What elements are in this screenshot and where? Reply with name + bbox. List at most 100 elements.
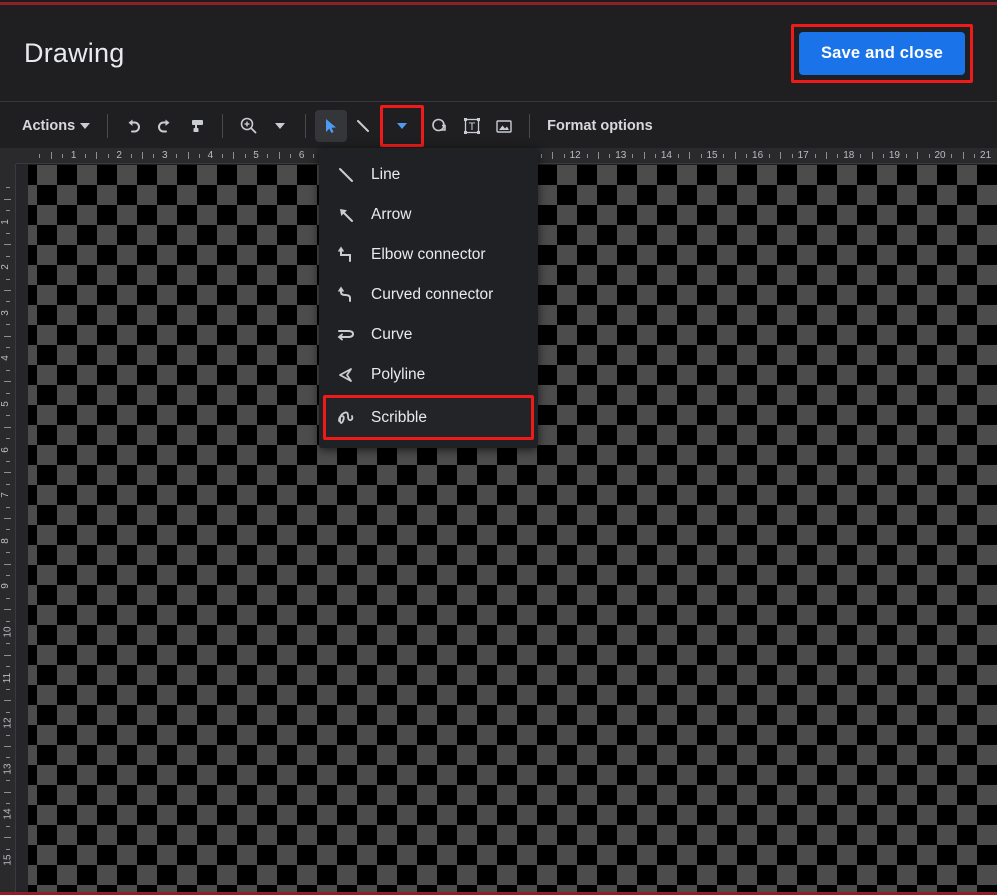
image-tool-button[interactable] bbox=[488, 110, 520, 142]
ruler-tick-label: 10 bbox=[2, 626, 14, 638]
ruler-tick bbox=[6, 666, 10, 668]
ruler-tick bbox=[130, 154, 132, 158]
line-tool-button[interactable] bbox=[347, 110, 379, 142]
ruler-tick bbox=[6, 369, 10, 371]
menu-item-polyline[interactable]: Polyline bbox=[319, 355, 538, 395]
ruler-tick-label: 1 bbox=[0, 218, 11, 225]
zoom-button[interactable] bbox=[232, 110, 264, 142]
ruler-tick bbox=[290, 154, 292, 158]
ruler-tick bbox=[6, 689, 10, 690]
ruler-tick bbox=[4, 290, 11, 291]
ruler-tick bbox=[928, 154, 930, 158]
actions-menu-button[interactable]: Actions bbox=[14, 110, 98, 142]
ruler-tick bbox=[746, 154, 748, 158]
svg-text:T: T bbox=[469, 121, 476, 133]
line-dropdown-button[interactable] bbox=[386, 110, 418, 142]
ruler-tick bbox=[837, 154, 839, 158]
ruler-tick bbox=[4, 700, 11, 702]
shape-tool-button[interactable] bbox=[424, 110, 456, 142]
ruler-tick bbox=[4, 791, 11, 793]
text-box-tool-button[interactable]: T bbox=[456, 110, 488, 142]
ruler-tick bbox=[734, 152, 736, 159]
ruler-tick bbox=[6, 597, 10, 599]
ruler-tick bbox=[586, 154, 588, 158]
ruler-tick bbox=[871, 152, 873, 159]
ruler-tick-label: 3 bbox=[162, 150, 168, 161]
scribble-icon bbox=[335, 407, 357, 429]
ruler-tick bbox=[4, 244, 11, 246]
menu-item-curved-connector[interactable]: Curved connector bbox=[319, 275, 538, 315]
ruler-tick-label: 2 bbox=[116, 150, 122, 161]
ruler-tick-label: 9 bbox=[0, 583, 11, 590]
menu-item-arrow[interactable]: Arrow bbox=[319, 195, 538, 235]
ruler-tick-label: 8 bbox=[0, 538, 11, 544]
ruler-tick bbox=[962, 152, 964, 159]
ruler-tick-label: 4 bbox=[0, 355, 11, 362]
ruler-tick bbox=[278, 152, 280, 159]
zoom-dropdown-button[interactable] bbox=[264, 110, 296, 142]
ruler-tick bbox=[142, 152, 143, 159]
ruler-tick-label: 14 bbox=[2, 808, 14, 820]
ruler-tick bbox=[883, 154, 884, 158]
ruler-tick bbox=[700, 154, 702, 158]
page-title: Drawing bbox=[24, 37, 125, 68]
menu-item-line[interactable]: Line bbox=[319, 155, 538, 195]
ruler-tick bbox=[974, 154, 976, 158]
zoom-in-icon bbox=[240, 117, 257, 134]
ruler-tick bbox=[791, 154, 793, 158]
ruler-tick-label: 20 bbox=[934, 150, 946, 161]
paint-format-button[interactable] bbox=[181, 110, 213, 142]
menu-item-curve[interactable]: Curve bbox=[319, 315, 538, 355]
chevron-down-icon bbox=[275, 122, 286, 129]
drawing-toolbar: Actions T Format options bbox=[0, 103, 997, 148]
ruler-tick bbox=[233, 152, 235, 159]
menu-item-scribble[interactable]: Scribble bbox=[323, 395, 534, 440]
ruler-tick bbox=[4, 518, 11, 519]
ruler-tick bbox=[4, 609, 11, 611]
save-and-close-button[interactable]: Save and close bbox=[798, 31, 965, 75]
ruler-tick bbox=[6, 187, 10, 189]
redo-button[interactable] bbox=[149, 110, 181, 142]
redo-icon bbox=[158, 119, 170, 132]
ruler-tick-label: 17 bbox=[797, 150, 809, 161]
ruler-tick-label: 5 bbox=[253, 150, 259, 161]
ruler-tick bbox=[6, 506, 10, 508]
ruler-tick bbox=[39, 154, 41, 158]
toolbar-divider bbox=[305, 113, 307, 138]
ruler-tick-label: 3 bbox=[0, 310, 11, 316]
ruler-tick bbox=[6, 278, 10, 280]
menu-item-label: Line bbox=[371, 166, 401, 183]
ruler-tick bbox=[905, 154, 907, 158]
caret-down-icon bbox=[397, 122, 408, 129]
ruler-tick bbox=[153, 154, 155, 158]
ruler-tick-label: 19 bbox=[888, 150, 900, 161]
format-options-button[interactable]: Format options bbox=[539, 118, 661, 134]
ruler-tick-label: 13 bbox=[2, 763, 14, 775]
ruler-tick bbox=[4, 472, 11, 474]
ruler-tick bbox=[609, 154, 611, 158]
select-tool-button[interactable] bbox=[315, 109, 348, 142]
ruler-tick-label: 11 bbox=[2, 672, 14, 683]
line-icon bbox=[335, 164, 357, 186]
toolbar-divider bbox=[222, 113, 224, 138]
line-type-menu: Line Arrow Elbow connector Curved connec… bbox=[319, 148, 538, 448]
ruler-tick bbox=[4, 335, 11, 337]
ruler-tick bbox=[632, 154, 634, 158]
ruler-tick-label: 16 bbox=[752, 150, 764, 161]
menu-item-label: Curve bbox=[371, 326, 413, 343]
line-icon bbox=[357, 119, 370, 132]
ruler-tick bbox=[4, 198, 11, 200]
menu-item-label: Curved connector bbox=[371, 286, 494, 303]
menu-item-elbow-connector[interactable]: Elbow connector bbox=[319, 235, 538, 275]
ruler-tick bbox=[951, 154, 953, 158]
ruler-tick bbox=[6, 438, 10, 440]
undo-button[interactable] bbox=[117, 110, 149, 142]
ruler-tick-label: 13 bbox=[615, 150, 627, 161]
menu-item-label: Scribble bbox=[371, 408, 427, 426]
ruler-tick bbox=[4, 426, 11, 428]
text-box-icon: T bbox=[464, 117, 481, 134]
ruler-tick bbox=[6, 233, 10, 234]
ruler-tick bbox=[50, 152, 52, 159]
ruler-tick bbox=[187, 152, 189, 159]
ruler-tick bbox=[6, 757, 10, 759]
